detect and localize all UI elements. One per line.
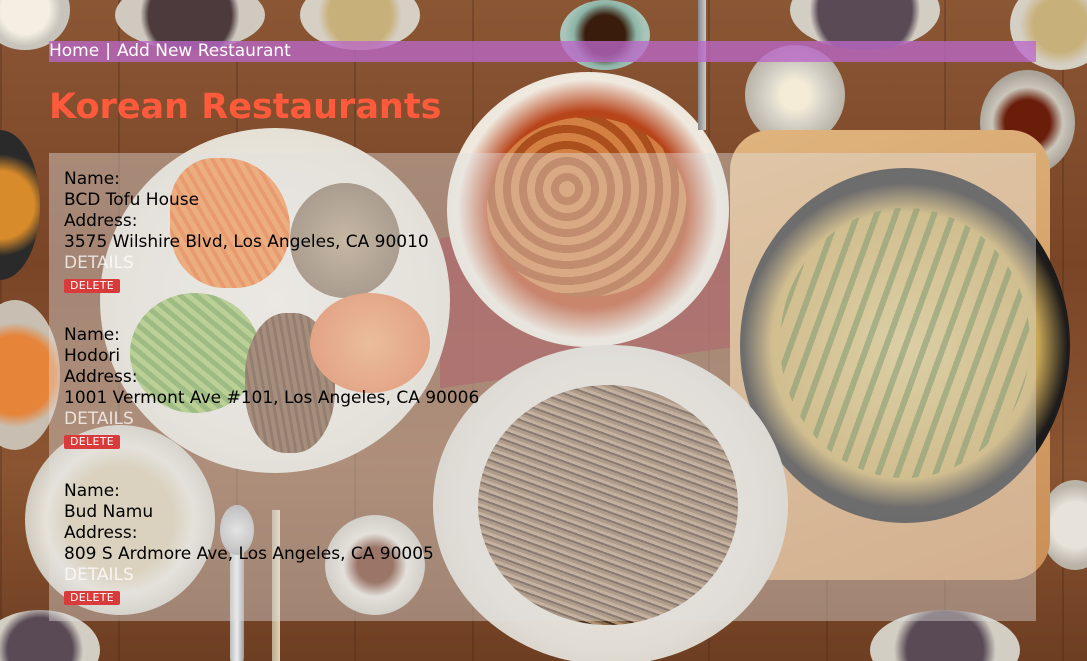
restaurant-address: 1001 Vermont Ave #101, Los Angeles, CA 9…	[64, 388, 480, 408]
restaurant-card: Name: BCD Tofu House Address: 3575 Wilsh…	[64, 169, 964, 295]
delete-button[interactable]: DELETE	[64, 435, 120, 449]
restaurant-address: 3575 Wilshire Blvd, Los Angeles, CA 9001…	[64, 232, 429, 252]
name-label: Name:	[64, 481, 120, 501]
stew-pot	[0, 130, 40, 280]
delete-button[interactable]: DELETE	[64, 591, 120, 605]
nav-add-restaurant-link[interactable]: Add New Restaurant	[117, 41, 291, 62]
name-label: Name:	[64, 169, 120, 189]
nav-home-link[interactable]: Home	[49, 41, 99, 62]
restaurant-address: 809 S Ardmore Ave, Los Angeles, CA 90005	[64, 544, 434, 564]
restaurant-list: Name: BCD Tofu House Address: 3575 Wilsh…	[49, 153, 1036, 621]
restaurant-card: Name: Hodori Address: 1001 Vermont Ave #…	[64, 325, 964, 451]
restaurant-name: Bud Namu	[64, 502, 154, 522]
name-label: Name:	[64, 325, 120, 345]
delete-button[interactable]: DELETE	[64, 279, 120, 293]
navbar: Home | Add New Restaurant	[49, 41, 1036, 62]
chopsticks	[698, 0, 706, 130]
details-link[interactable]: DETAILS	[64, 253, 134, 274]
restaurant-name: BCD Tofu House	[64, 190, 200, 210]
restaurant-name: Hodori	[64, 346, 121, 366]
address-label: Address:	[64, 211, 138, 231]
page-title: Korean Restaurants	[49, 87, 442, 127]
address-label: Address:	[64, 523, 138, 543]
nav-separator: |	[105, 41, 111, 61]
restaurant-card: Name: Bud Namu Address: 809 S Ardmore Av…	[64, 481, 964, 607]
details-link[interactable]: DETAILS	[64, 409, 134, 430]
address-label: Address:	[64, 367, 138, 387]
details-link[interactable]: DETAILS	[64, 565, 134, 586]
